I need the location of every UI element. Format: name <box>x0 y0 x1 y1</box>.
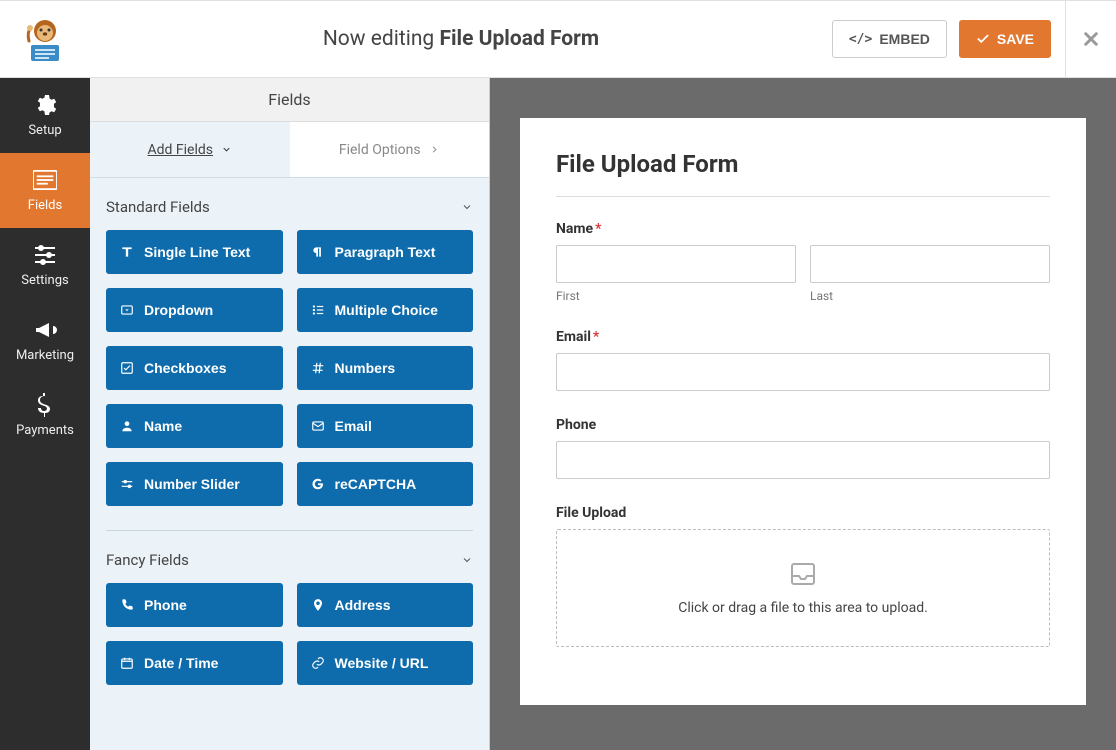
sidebar-item-settings[interactable]: Settings <box>0 228 90 303</box>
dollar-icon <box>33 393 57 417</box>
field-dropdown[interactable]: Dropdown <box>106 288 283 332</box>
sublabel-first: First <box>556 289 796 303</box>
sidebar-item-label: Payments <box>16 423 74 438</box>
field-single-line-text[interactable]: Single Line Text <box>106 230 283 274</box>
save-button[interactable]: SAVE <box>959 20 1051 58</box>
app-logo <box>0 0 90 78</box>
form-title: File Upload Form <box>556 150 1050 197</box>
link-icon <box>311 656 325 670</box>
chevron-down-icon <box>461 201 473 213</box>
email-input[interactable] <box>556 353 1050 391</box>
field-phone[interactable]: Phone <box>106 583 283 627</box>
gear-icon <box>33 93 57 117</box>
sidebar: Setup Fields Settings Marketing Payments <box>0 78 90 750</box>
envelope-icon <box>311 419 325 433</box>
close-icon <box>1082 30 1100 48</box>
code-icon: </> <box>849 32 872 47</box>
field-number-slider[interactable]: Number Slider <box>106 462 283 506</box>
section-fancy-fields[interactable]: Fancy Fields <box>106 551 473 583</box>
inbox-icon <box>788 560 818 586</box>
phone-input[interactable] <box>556 441 1050 479</box>
paragraph-icon <box>311 245 325 259</box>
google-icon <box>311 477 325 491</box>
form-field-upload[interactable]: File Upload Click or drag a file to this… <box>556 505 1050 647</box>
sidebar-item-label: Marketing <box>16 348 74 363</box>
check-square-icon <box>120 361 134 375</box>
chevron-down-icon <box>221 144 232 155</box>
field-website-url[interactable]: Website / URL <box>297 641 474 685</box>
form-field-name[interactable]: Name* First Last <box>556 221 1050 303</box>
pin-icon <box>311 598 325 612</box>
tab-add-fields[interactable]: Add Fields <box>90 122 290 177</box>
chevron-down-icon <box>461 554 473 566</box>
sidebar-item-fields[interactable]: Fields <box>0 153 90 228</box>
field-name[interactable]: Name <box>106 404 283 448</box>
sidebar-item-payments[interactable]: Payments <box>0 378 90 453</box>
field-checkboxes[interactable]: Checkboxes <box>106 346 283 390</box>
close-button[interactable] <box>1066 30 1116 48</box>
page-title: Now editing File Upload Form <box>90 27 832 51</box>
phone-icon <box>120 598 134 612</box>
section-standard-fields[interactable]: Standard Fields <box>106 198 473 230</box>
hash-icon <box>311 361 325 375</box>
sublabel-last: Last <box>810 289 1050 303</box>
upload-hint: Click or drag a file to this area to upl… <box>567 600 1039 616</box>
sidebar-item-label: Setup <box>28 123 61 138</box>
sidebar-item-label: Settings <box>21 273 68 288</box>
sidebar-item-setup[interactable]: Setup <box>0 78 90 153</box>
field-paragraph-text[interactable]: Paragraph Text <box>297 230 474 274</box>
field-numbers[interactable]: Numbers <box>297 346 474 390</box>
sliders-icon <box>33 243 57 267</box>
tab-field-options[interactable]: Field Options <box>290 122 490 177</box>
form-canvas: File Upload Form Name* First Last Email* <box>490 78 1116 750</box>
user-icon <box>120 419 134 433</box>
sidebar-item-label: Fields <box>28 198 62 213</box>
calendar-icon <box>120 656 134 670</box>
upload-dropzone[interactable]: Click or drag a file to this area to upl… <box>556 529 1050 647</box>
field-multiple-choice[interactable]: Multiple Choice <box>297 288 474 332</box>
list-icon <box>311 303 325 317</box>
name-last-input[interactable] <box>810 245 1050 283</box>
bullhorn-icon <box>33 318 57 342</box>
sidebar-item-marketing[interactable]: Marketing <box>0 303 90 378</box>
embed-button[interactable]: </> EMBED <box>832 20 947 58</box>
field-address[interactable]: Address <box>297 583 474 627</box>
fields-panel: Fields Add Fields Field Options Standard… <box>90 78 490 750</box>
panel-header: Fields <box>90 78 489 122</box>
form-field-email[interactable]: Email* <box>556 329 1050 391</box>
field-email[interactable]: Email <box>297 404 474 448</box>
chevron-right-icon <box>429 144 440 155</box>
sliders-icon <box>120 477 134 491</box>
caret-icon <box>120 303 134 317</box>
field-date-time[interactable]: Date / Time <box>106 641 283 685</box>
form-icon <box>33 168 57 192</box>
field-recaptcha[interactable]: reCAPTCHA <box>297 462 474 506</box>
form-field-phone[interactable]: Phone <box>556 417 1050 479</box>
text-icon <box>120 245 134 259</box>
check-icon <box>976 32 990 46</box>
name-first-input[interactable] <box>556 245 796 283</box>
form-preview: File Upload Form Name* First Last Email* <box>520 118 1086 705</box>
